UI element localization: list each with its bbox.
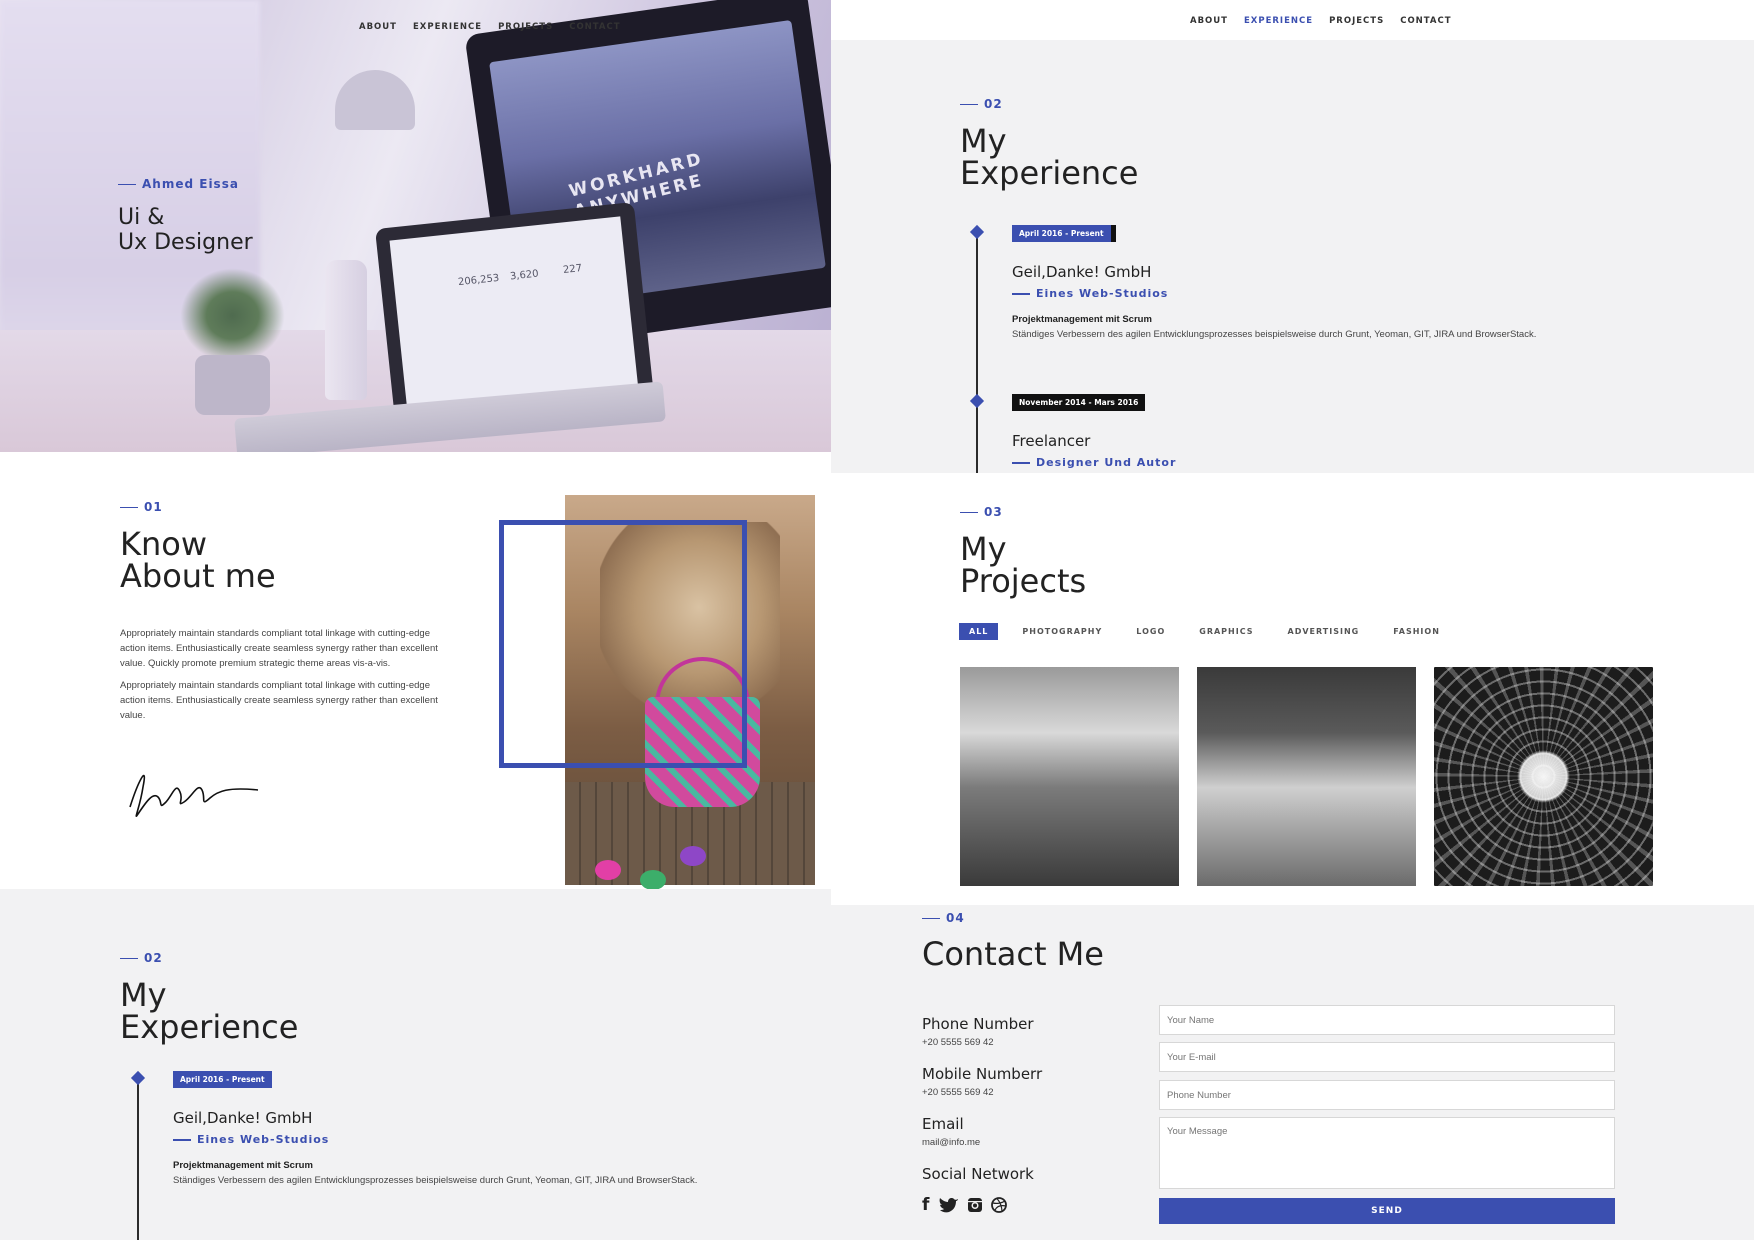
job-heading: Projektmanagement mit Scrum <box>173 1160 313 1171</box>
job-description: Ständiges Verbessern des agilen Entwickl… <box>173 1175 698 1186</box>
section-number: 02 <box>960 97 1003 111</box>
egg-image <box>595 860 621 880</box>
bottle-image <box>325 260 367 400</box>
nav-contact[interactable]: CONTACT <box>569 22 620 32</box>
instagram-icon[interactable] <box>967 1197 983 1213</box>
phone-input[interactable] <box>1159 1080 1615 1110</box>
projects-section: 03 My Projects ALL PHOTOGRAPHY LOGO GRAP… <box>831 473 1754 905</box>
mobile-value: +20 5555 569 42 <box>922 1087 994 1098</box>
experience-section-bottom: 02 My Experience April 2016 - Present Ge… <box>0 889 831 1240</box>
period-badge: April 2016 - Present <box>173 1071 272 1088</box>
hero-title-line2: Ux Designer <box>118 230 253 255</box>
job-heading: Projektmanagement mit Scrum <box>1012 314 1152 325</box>
nav-projects[interactable]: PROJECTS <box>498 22 553 32</box>
section-title: Contact Me <box>922 935 1104 973</box>
signature-image <box>129 774 259 817</box>
hero-section: WORKHARD ANYWHERE 206,253 3,620 227 ABOU… <box>0 0 831 452</box>
job-description: Ständiges Verbessern des agilen Entwickl… <box>1012 329 1537 340</box>
filter-fashion[interactable]: FASHION <box>1383 623 1450 640</box>
laptop-stat-3: 227 <box>562 263 583 276</box>
timeline-marker <box>130 1070 146 1086</box>
egg-image <box>640 870 666 889</box>
company-name: Geil,Danke! GmbH <box>173 1109 313 1127</box>
section-title: My Experience <box>120 979 298 1043</box>
contact-section: 04 Contact Me Phone Number +20 5555 569 … <box>831 905 1754 1240</box>
filter-logo[interactable]: LOGO <box>1126 623 1175 640</box>
section-number: 04 <box>922 911 965 925</box>
email-input[interactable] <box>1159 1042 1615 1072</box>
decorative-frame <box>499 520 747 768</box>
hero-nav: ABOUT EXPERIENCE PROJECTS CONTACT <box>359 22 637 32</box>
timeline-line <box>137 1079 139 1240</box>
about-paragraph: Appropriately maintain standards complia… <box>120 680 438 721</box>
section-title-line2: About me <box>120 557 276 595</box>
section-title-line2: Experience <box>120 1008 299 1046</box>
nav-about[interactable]: ABOUT <box>359 22 397 32</box>
nav-experience[interactable]: EXPERIENCE <box>1244 16 1313 26</box>
laptop-screen <box>389 216 639 415</box>
send-button[interactable]: SEND <box>1159 1198 1615 1224</box>
timeline-marker <box>969 224 985 240</box>
project-thumbnail-dome[interactable] <box>1434 667 1653 886</box>
section-number: 01 <box>120 500 163 514</box>
top-nav: ABOUT EXPERIENCE PROJECTS CONTACT <box>1190 16 1468 26</box>
company-name: Geil,Danke! GmbH <box>1012 263 1152 281</box>
filter-graphics[interactable]: GRAPHICS <box>1189 623 1263 640</box>
section-title-line1: My <box>120 976 167 1014</box>
company-name: Freelancer <box>1012 432 1091 450</box>
twitter-icon[interactable] <box>939 1197 959 1213</box>
mobile-label: Mobile Numberr <box>922 1065 1043 1083</box>
egg-image <box>680 846 706 866</box>
phone-value: +20 5555 569 42 <box>922 1037 994 1048</box>
email-value: mail@info.me <box>922 1137 981 1148</box>
nav-experience[interactable]: EXPERIENCE <box>413 22 482 32</box>
social-label: Social Network <box>922 1165 1034 1183</box>
filter-photography[interactable]: PHOTOGRAPHY <box>1012 623 1112 640</box>
timeline-marker <box>969 393 985 409</box>
filter-advertising[interactable]: ADVERTISING <box>1278 623 1370 640</box>
message-input[interactable] <box>1159 1117 1615 1189</box>
section-title: Know About me <box>120 528 276 592</box>
name-input[interactable] <box>1159 1005 1615 1035</box>
project-thumbnail-walking[interactable] <box>1197 667 1416 886</box>
about-paragraph: Appropriately maintain standards complia… <box>120 628 438 669</box>
about-section: 01 Know About me Appropriately maintain … <box>0 452 831 889</box>
nav-about[interactable]: ABOUT <box>1190 16 1228 26</box>
section-number: 02 <box>120 951 163 965</box>
facebook-icon[interactable]: f <box>922 1195 929 1215</box>
period-badge: April 2016 - Present <box>1012 225 1116 242</box>
job-role: Eines Web-Studios <box>1012 287 1168 300</box>
hero-name: Ahmed Eissa <box>118 177 239 191</box>
email-label: Email <box>922 1115 964 1133</box>
plant-pot-image <box>195 355 270 415</box>
nav-contact[interactable]: CONTACT <box>1400 16 1451 26</box>
period-badge: November 2014 - Mars 2016 <box>1012 394 1146 411</box>
section-title-line1: My <box>960 122 1007 160</box>
filter-all[interactable]: ALL <box>959 623 999 640</box>
dribbble-icon[interactable] <box>991 1197 1007 1213</box>
section-title: My Projects <box>960 533 1086 597</box>
hero-title-line1: Ui & <box>118 205 165 230</box>
job-role: Eines Web-Studios <box>173 1133 329 1146</box>
section-title-line2: Experience <box>960 154 1139 192</box>
job-role: Designer Und Autor <box>1012 456 1176 469</box>
timeline-line <box>976 233 978 473</box>
section-title-line1: My <box>960 530 1007 568</box>
hero-title: Ui & Ux Designer <box>118 205 253 255</box>
section-title-line2: Projects <box>960 562 1087 600</box>
nav-projects[interactable]: PROJECTS <box>1329 16 1384 26</box>
dome-pattern <box>1434 667 1653 886</box>
section-title: My Experience <box>960 125 1138 189</box>
section-title-line1: Know <box>120 525 208 563</box>
experience-section-top: ABOUT EXPERIENCE PROJECTS CONTACT 02 My … <box>831 0 1754 473</box>
section-number: 03 <box>960 505 1003 519</box>
project-filters: ALL PHOTOGRAPHY LOGO GRAPHICS ADVERTISIN… <box>959 623 1464 640</box>
phone-label: Phone Number <box>922 1015 1034 1033</box>
plant-image <box>180 268 285 363</box>
lamp-image <box>335 70 415 130</box>
project-thumbnail-mountain[interactable] <box>960 667 1179 886</box>
